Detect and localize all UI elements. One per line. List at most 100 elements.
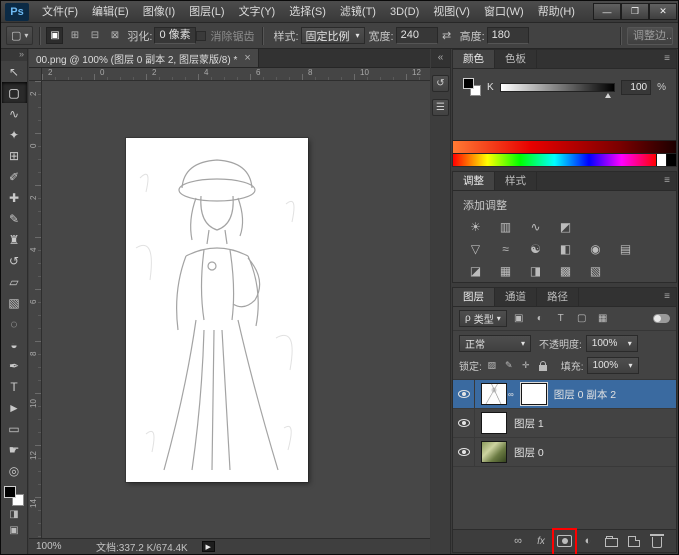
blur-tool[interactable]: ◌: [2, 313, 27, 334]
filter-kind-select[interactable]: ρ 类型 ▾: [459, 310, 507, 327]
posterize-icon[interactable]: ▦: [492, 262, 519, 280]
opacity-select[interactable]: 100% ▾: [586, 335, 638, 352]
height-input[interactable]: 180: [487, 27, 529, 44]
menu-item-help[interactable]: 帮助(H): [531, 1, 582, 23]
fill-select[interactable]: 100% ▾: [587, 357, 639, 374]
menu-item-3d[interactable]: 3D(D): [383, 1, 426, 23]
width-input[interactable]: 240: [396, 27, 438, 44]
eraser-tool[interactable]: ▱: [2, 271, 27, 292]
exposure-icon[interactable]: ◩: [552, 218, 579, 236]
canvas-image[interactable]: [126, 138, 308, 482]
brightness-contrast-icon[interactable]: ☀: [462, 218, 489, 236]
slider-thumb[interactable]: [605, 93, 611, 98]
lasso-tool[interactable]: ∿: [2, 103, 27, 124]
layer-style-fx-button[interactable]: fx: [534, 533, 548, 549]
filter-toggle-switch[interactable]: [653, 314, 670, 323]
hand-tool[interactable]: ☛: [2, 439, 27, 460]
gradient-tool[interactable]: ▧: [2, 292, 27, 313]
new-selection-button[interactable]: ▣: [46, 27, 63, 44]
ruler-origin-corner[interactable]: [29, 68, 42, 81]
intersect-selection-button[interactable]: ⊠: [106, 27, 123, 44]
black-chip[interactable]: [666, 154, 676, 166]
menu-item-type[interactable]: 文字(Y): [232, 1, 283, 23]
add-layer-mask-button[interactable]: [557, 533, 572, 549]
vibrance-icon[interactable]: ▽: [462, 240, 489, 258]
layer-row-1[interactable]: 图层 1: [453, 409, 676, 438]
delete-layer-button[interactable]: [650, 533, 664, 549]
status-flyout-button[interactable]: ▶: [202, 541, 215, 552]
layer-row-0-copy-2[interactable]: ∞ 图层 0 副本 2: [453, 380, 676, 409]
canvas-pasteboard[interactable]: [42, 81, 430, 538]
k-channel-slider[interactable]: [500, 83, 615, 92]
selective-color-icon[interactable]: ▧: [582, 262, 609, 280]
filter-pixel-layers-icon[interactable]: ▣: [510, 311, 528, 327]
tab-layers[interactable]: 图层: [453, 288, 495, 306]
hue-saturation-icon[interactable]: ≈: [492, 240, 519, 258]
rectangular-marquee-tool[interactable]: ▢: [2, 82, 27, 103]
visibility-eye-icon[interactable]: [458, 448, 470, 456]
mask-link-icon[interactable]: ∞: [508, 390, 514, 399]
menu-item-image[interactable]: 图像(I): [136, 1, 182, 23]
foreground-background-swatches[interactable]: [4, 486, 24, 506]
clone-stamp-tool[interactable]: ♜: [2, 229, 27, 250]
zoom-tool[interactable]: ◎: [2, 460, 27, 481]
menu-item-view[interactable]: 视图(V): [426, 1, 477, 23]
zoom-level-field[interactable]: 100%: [36, 541, 70, 552]
layer-mask-thumbnail[interactable]: [521, 383, 547, 405]
threshold-icon[interactable]: ◨: [522, 262, 549, 280]
gradient-map-icon[interactable]: ▩: [552, 262, 579, 280]
tab-channels[interactable]: 通道: [495, 288, 537, 306]
screen-mode-button[interactable]: ▣: [2, 522, 27, 538]
foreground-color-swatch[interactable]: [463, 78, 474, 89]
k-value-field[interactable]: 100: [621, 80, 651, 95]
lock-transparent-pixels-icon[interactable]: ▨: [485, 359, 499, 373]
filter-smart-objects-icon[interactable]: ▦: [594, 311, 612, 327]
layer-name[interactable]: 图层 0: [514, 445, 544, 460]
new-layer-button[interactable]: [627, 533, 641, 549]
healing-brush-tool[interactable]: ✚: [2, 187, 27, 208]
panel-menu-icon[interactable]: ≡: [658, 288, 676, 306]
invert-icon[interactable]: ◪: [462, 262, 489, 280]
spectrum-ramp[interactable]: [453, 153, 676, 166]
minimize-button[interactable]: —: [593, 3, 621, 20]
tab-paths[interactable]: 路径: [537, 288, 579, 306]
new-group-button[interactable]: [604, 533, 618, 549]
swap-width-height-button[interactable]: ⇄: [438, 27, 456, 44]
layer-row-0[interactable]: 图层 0: [453, 438, 676, 467]
tab-close-icon[interactable]: ×: [244, 53, 250, 63]
tool-preset-picker[interactable]: ▢ ▾: [6, 26, 33, 45]
style-select[interactable]: 固定比例 ▾: [301, 27, 365, 44]
eyedropper-tool[interactable]: ✐: [2, 166, 27, 187]
panel-menu-icon[interactable]: ≡: [658, 50, 676, 68]
menu-item-file[interactable]: 文件(F): [35, 1, 85, 23]
history-brush-tool[interactable]: ↺: [2, 250, 27, 271]
tab-swatches[interactable]: 色板: [495, 50, 537, 68]
lock-position-icon[interactable]: ✛: [519, 359, 533, 373]
shape-tool[interactable]: ▭: [2, 418, 27, 439]
spectrum-gradient[interactable]: [453, 154, 656, 166]
tab-styles[interactable]: 样式: [495, 172, 537, 190]
feather-input[interactable]: 0 像素: [154, 27, 196, 44]
red-gradient-ramp[interactable]: [453, 140, 676, 153]
maximize-button[interactable]: ❐: [621, 3, 649, 20]
menu-item-window[interactable]: 窗口(W): [477, 1, 531, 23]
move-tool[interactable]: ↖: [2, 61, 27, 82]
history-panel-icon[interactable]: ↺: [432, 75, 449, 92]
layer-name[interactable]: 图层 1: [514, 416, 544, 431]
antialias-checkbox[interactable]: [196, 31, 206, 41]
refine-edge-button[interactable]: 调整边...: [627, 27, 673, 45]
horizontal-ruler[interactable]: 2 0 2 4 6 8 10 12: [42, 68, 430, 81]
new-adjustment-layer-button[interactable]: ◐: [581, 533, 595, 549]
curves-icon[interactable]: ∿: [522, 218, 549, 236]
quick-mask-mode-button[interactable]: ◨: [2, 506, 27, 522]
filter-shape-layers-icon[interactable]: ▢: [573, 311, 591, 327]
pen-tool[interactable]: ✒: [2, 355, 27, 376]
foreground-color-swatch[interactable]: [4, 486, 16, 498]
expand-dock-button[interactable]: «: [431, 49, 450, 68]
close-button[interactable]: ✕: [649, 3, 677, 20]
properties-panel-icon[interactable]: ☰: [432, 99, 449, 116]
path-selection-tool[interactable]: ►: [2, 397, 27, 418]
dodge-tool[interactable]: ◒: [2, 334, 27, 355]
layer-thumbnail[interactable]: [481, 441, 507, 463]
crop-tool[interactable]: ⊞: [2, 145, 27, 166]
